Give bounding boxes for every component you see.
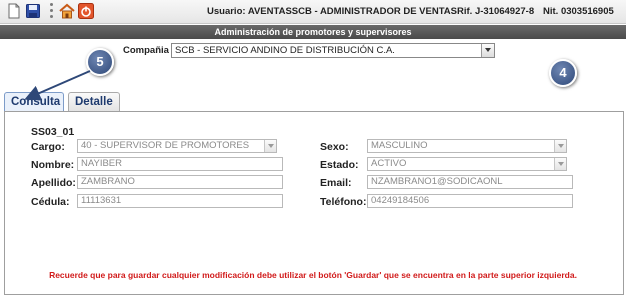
power-exit-icon[interactable] bbox=[78, 3, 94, 19]
save-disk-icon[interactable] bbox=[25, 3, 41, 19]
user-info: Usuario: AVENTASSCB - ADMINISTRADOR DE V… bbox=[207, 6, 458, 17]
cargo-select[interactable]: 40 - SUPERVISOR DE PROMOTORES bbox=[77, 139, 277, 153]
company-label: Compañia : bbox=[123, 45, 175, 56]
toolbar-separator bbox=[50, 3, 53, 19]
cedula-label: Cédula: bbox=[31, 196, 70, 208]
cargo-label: Cargo: bbox=[31, 141, 65, 153]
tab-detalle[interactable]: Detalle bbox=[68, 92, 120, 111]
email-value: NZAMBRANO1@SODICAONL bbox=[371, 176, 503, 187]
new-document-icon[interactable] bbox=[6, 3, 22, 19]
company-select[interactable]: SCB - SERVICIO ANDINO DE DISTRIBUCIÓN C.… bbox=[171, 43, 495, 58]
chevron-down-icon[interactable] bbox=[481, 44, 494, 57]
apellido-value: ZAMBRANO bbox=[81, 176, 135, 187]
telefono-label: Teléfono: bbox=[320, 196, 367, 208]
cedula-value: 11113631 bbox=[81, 195, 122, 206]
tab-consulta[interactable]: Consulta bbox=[4, 92, 64, 112]
email-field[interactable]: NZAMBRANO1@SODICAONL bbox=[367, 175, 573, 189]
cargo-value: 40 - SUPERVISOR DE PROMOTORES bbox=[81, 140, 250, 151]
cedula-field[interactable]: 11113631 bbox=[77, 194, 283, 208]
top-toolbar: Usuario: AVENTASSCB - ADMINISTRADOR DE V… bbox=[0, 0, 626, 24]
telefono-field[interactable]: 04249184506 bbox=[367, 194, 573, 208]
estado-label: Estado: bbox=[320, 159, 359, 171]
home-icon[interactable] bbox=[59, 3, 75, 19]
page-title: Administración de promotores y superviso… bbox=[0, 25, 626, 39]
rif-info: Rif. J-31064927-8 bbox=[457, 6, 535, 17]
nombre-value: NAYIBER bbox=[81, 158, 123, 169]
estado-select[interactable]: ACTIVO bbox=[367, 157, 567, 171]
nombre-field[interactable]: NAYIBER bbox=[77, 157, 283, 171]
email-label: Email: bbox=[320, 177, 352, 189]
nit-info: Nit. 0303516905 bbox=[543, 6, 614, 17]
apellido-label: Apellido: bbox=[31, 177, 76, 189]
callout-badge: 5 bbox=[86, 48, 114, 76]
estado-value: ACTIVO bbox=[371, 158, 407, 169]
save-reminder-note: Recuerde que para guardar cualquier modi… bbox=[49, 270, 577, 280]
sexo-value: MASCULINO bbox=[371, 140, 428, 151]
apellido-field[interactable]: ZAMBRANO bbox=[77, 175, 283, 189]
callout-badge: 4 bbox=[549, 59, 577, 87]
company-select-value: SCB - SERVICIO ANDINO DE DISTRIBUCIÓN C.… bbox=[175, 45, 395, 56]
record-code: SS03_01 bbox=[31, 126, 75, 138]
telefono-value: 04249184506 bbox=[371, 195, 430, 206]
sexo-label: Sexo: bbox=[320, 141, 349, 153]
chevron-down-icon[interactable] bbox=[554, 158, 566, 170]
sexo-select[interactable]: MASCULINO bbox=[367, 139, 567, 153]
chevron-down-icon[interactable] bbox=[554, 140, 566, 152]
chevron-down-icon[interactable] bbox=[264, 140, 276, 152]
nombre-label: Nombre: bbox=[31, 159, 75, 171]
